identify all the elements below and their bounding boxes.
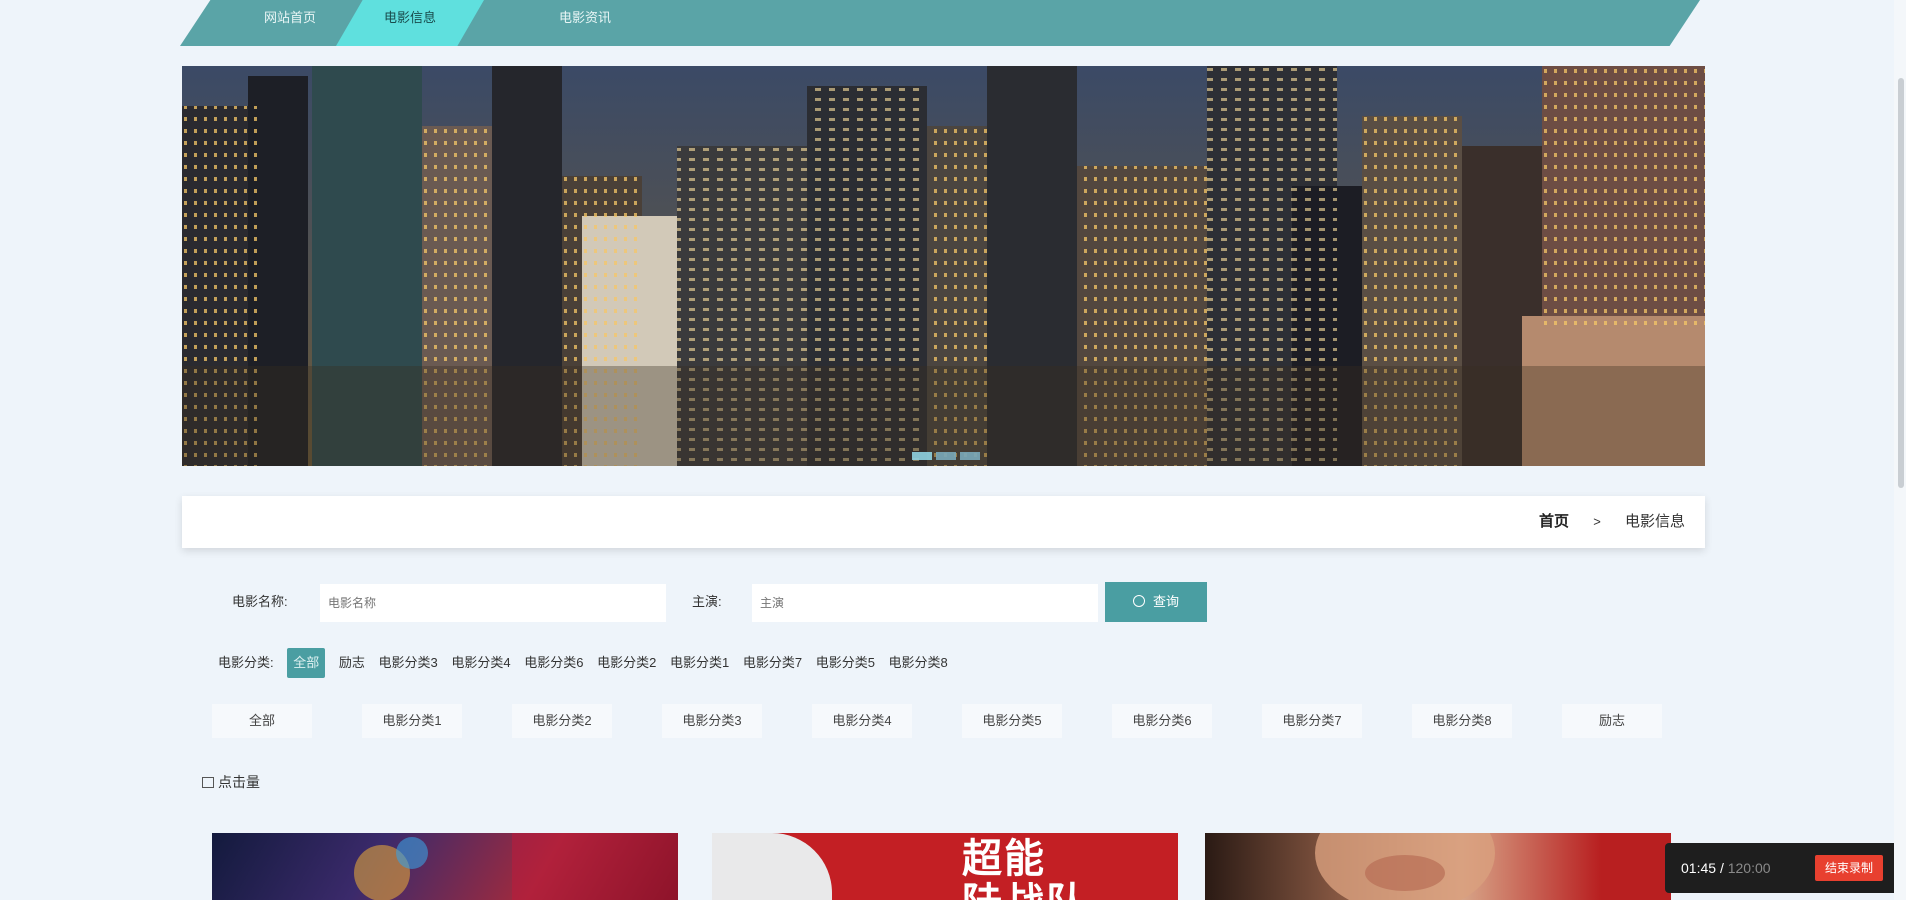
movie-poster-image — [1315, 833, 1495, 900]
movie-card[interactable] — [1205, 833, 1671, 900]
search-form: 电影名称: 主演: 查询 — [232, 582, 1232, 622]
category-tab[interactable]: 励志 — [1562, 704, 1662, 738]
breadcrumb-separator: > — [1593, 514, 1601, 529]
category-tab[interactable]: 电影分类7 — [1262, 704, 1362, 738]
category-chip[interactable]: 电影分类2 — [597, 648, 656, 678]
city-skyline-image — [182, 66, 1705, 466]
category-chip[interactable]: 电影分类8 — [889, 648, 948, 678]
movie-name-input[interactable] — [320, 584, 666, 622]
recording-timer: 01:45 / 120:00 结束录制 — [1665, 843, 1901, 893]
category-filter: 电影分类: 全部 励志 电影分类3 电影分类4 电影分类6 电影分类2 电影分类… — [218, 648, 958, 678]
timer-total: 120:00 — [1727, 860, 1771, 876]
breadcrumb: 首页 > 电影信息 — [1539, 496, 1685, 548]
category-filter-label: 电影分类: — [218, 655, 274, 670]
category-chip-all[interactable]: 全部 — [287, 648, 326, 678]
movie-poster-title: 超能 陆战队 — [962, 837, 1086, 900]
carousel-dot[interactable] — [960, 452, 980, 460]
timer-elapsed: 01:45 — [1681, 860, 1717, 876]
category-chip[interactable]: 励志 — [339, 648, 365, 678]
carousel-dot[interactable] — [936, 452, 956, 460]
movie-card[interactable] — [212, 833, 678, 900]
category-tab[interactable]: 电影分类3 — [662, 704, 762, 738]
tab-movie-news[interactable]: 电影资讯 — [510, 0, 660, 46]
scrollbar-thumb[interactable] — [1898, 78, 1904, 488]
timer-readout: 01:45 / 120:00 — [1681, 843, 1771, 893]
sort-by-clicks[interactable]: 点击量 — [202, 772, 260, 792]
category-chip[interactable]: 电影分类5 — [816, 648, 875, 678]
movie-poster-image — [712, 833, 832, 900]
sort-label: 点击量 — [218, 774, 260, 790]
category-chip[interactable]: 电影分类7 — [743, 648, 802, 678]
category-tab[interactable]: 电影分类2 — [512, 704, 612, 738]
category-tab[interactable]: 电影分类6 — [1112, 704, 1212, 738]
stop-recording-button[interactable]: 结束录制 — [1814, 855, 1883, 881]
breadcrumb-current: 电影信息 — [1624, 513, 1685, 530]
movie-card[interactable]: 超能 陆战队 — [712, 833, 1178, 900]
category-chip[interactable]: 电影分类3 — [379, 648, 438, 678]
actor-input[interactable] — [752, 584, 1098, 622]
search-icon — [1132, 595, 1145, 607]
category-chip[interactable]: 电影分类6 — [524, 648, 583, 678]
category-chip[interactable]: 电影分类1 — [670, 648, 729, 678]
category-tab[interactable]: 电影分类8 — [1412, 704, 1512, 738]
page-scrollbar[interactable] — [1894, 0, 1906, 900]
category-tab[interactable]: 电影分类5 — [962, 704, 1062, 738]
actor-label: 主演: — [692, 594, 722, 609]
category-tabs: 全部 电影分类1 电影分类2 电影分类3 电影分类4 电影分类5 电影分类6 电… — [212, 704, 1672, 738]
carousel-dot[interactable] — [912, 452, 932, 460]
movie-name-label: 电影名称: — [232, 594, 288, 609]
top-nav: 网站首页 电影信息 电影资讯 — [180, 0, 1700, 46]
timer-separator: / — [1719, 860, 1724, 876]
search-button[interactable]: 查询 — [1105, 582, 1207, 622]
banner-carousel[interactable] — [182, 66, 1705, 466]
category-tab-all[interactable]: 全部 — [212, 704, 312, 738]
category-tab[interactable]: 电影分类1 — [362, 704, 462, 738]
tab-home[interactable]: 网站首页 — [230, 0, 350, 46]
movie-poster-image — [354, 833, 678, 900]
search-button-label: 查询 — [1152, 594, 1179, 609]
category-tab[interactable]: 电影分类4 — [812, 704, 912, 738]
sort-icon — [202, 777, 214, 788]
category-chip[interactable]: 电影分类4 — [451, 648, 510, 678]
carousel-dots — [912, 452, 980, 460]
breadcrumb-bar: 首页 > 电影信息 — [182, 496, 1705, 548]
breadcrumb-home[interactable]: 首页 — [1539, 513, 1569, 530]
